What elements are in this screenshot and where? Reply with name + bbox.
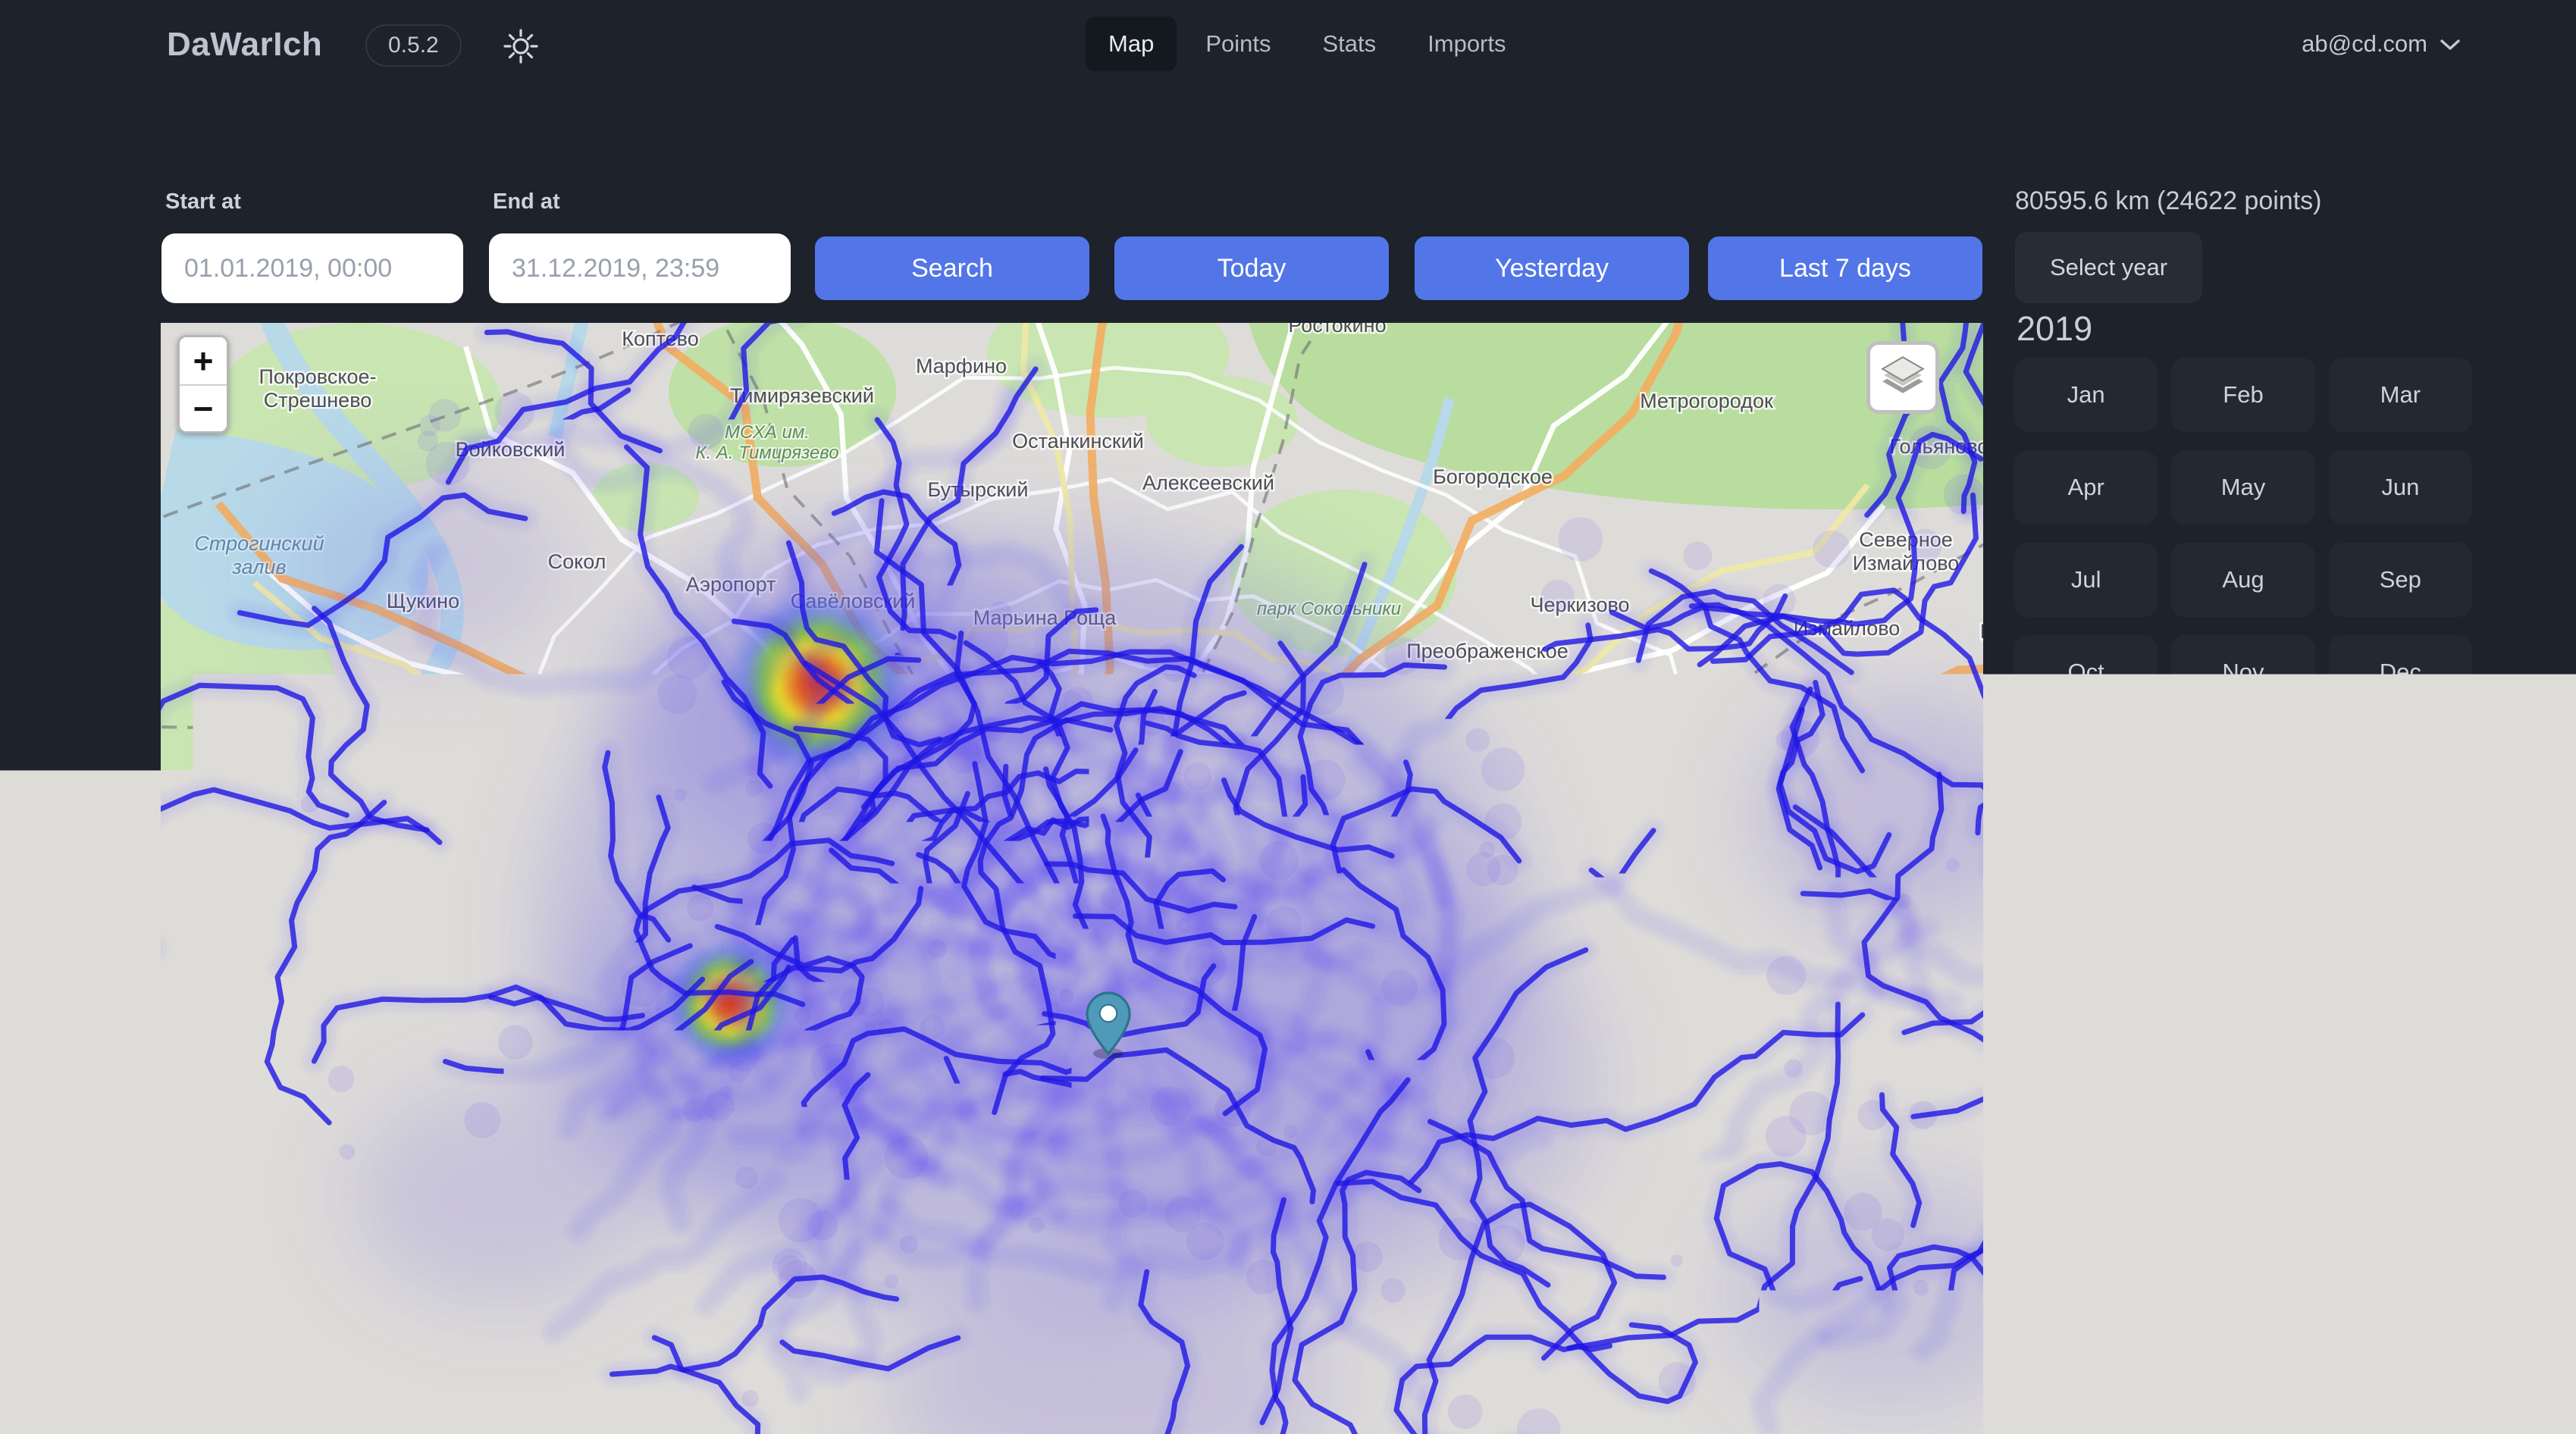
month-button-aug[interactable]: Aug xyxy=(2171,543,2314,617)
month-button-jun[interactable]: Jun xyxy=(2329,450,2472,524)
map-place-label: Кузьминки xyxy=(1705,1412,1804,1434)
chevron-down-icon xyxy=(2440,30,2461,58)
map-place-label: Алексеевский xyxy=(1142,471,1274,494)
year-heading: 2019 xyxy=(2017,309,2092,349)
map-place-label: Марфино xyxy=(916,355,1007,377)
map-place-label: Бутырский xyxy=(928,478,1029,501)
app-logo[interactable]: DaWarIch xyxy=(167,26,322,64)
map-place-label: Останкинский xyxy=(1012,430,1144,452)
leaflet-map[interactable]: Покровское-СтрешневоКоптевоТимирязевский… xyxy=(161,323,1983,1434)
end-at-label: End at xyxy=(493,189,560,214)
yesterday-button[interactable]: Yesterday xyxy=(1415,236,1689,300)
sidebar-divider xyxy=(2014,726,2439,728)
month-button-may[interactable]: May xyxy=(2171,450,2314,524)
map-place-label: Раменки xyxy=(519,1374,601,1397)
layers-control[interactable] xyxy=(1866,341,1939,414)
zoom-in-button[interactable]: + xyxy=(180,337,227,384)
distance-points-stat: 80595.6 km (24622 points) xyxy=(2015,186,2321,216)
select-year-button[interactable]: Select year xyxy=(2015,232,2202,303)
month-button-feb[interactable]: Feb xyxy=(2171,358,2314,432)
last-7-days-button[interactable]: Last 7 days xyxy=(1708,236,1982,300)
tab-imports[interactable]: Imports xyxy=(1405,17,1528,71)
map-canvas: Покровское-СтрешневоКоптевоТимирязевский… xyxy=(161,323,1983,1434)
tab-stats[interactable]: Stats xyxy=(1299,17,1399,71)
map-place-label: Хорошёво-Мнёвники xyxy=(404,753,508,800)
month-button-sep[interactable]: Sep xyxy=(2329,543,2472,617)
month-button-jan[interactable]: Jan xyxy=(2014,358,2158,432)
map-place-label: Покровское-Стрешнево xyxy=(259,365,377,412)
end-date-input[interactable] xyxy=(489,233,791,303)
map-place-label: айский xyxy=(174,1228,239,1251)
today-button[interactable]: Today xyxy=(1114,236,1389,300)
nav-tabs: Map Points Stats Imports xyxy=(1086,17,1529,71)
month-button-mar[interactable]: Mar xyxy=(2329,358,2472,432)
search-button[interactable]: Search xyxy=(815,236,1089,300)
month-button-nov[interactable]: Nov xyxy=(2171,635,2314,709)
app-window: DaWarIch 0.5.2 Map Points Stats Imports … xyxy=(0,0,2576,1434)
layers-icon xyxy=(1878,351,1928,405)
map-place-label: Богородское xyxy=(1433,465,1553,488)
account-email: ab@cd.com xyxy=(2302,30,2427,58)
month-button-apr[interactable]: Apr xyxy=(2014,450,2158,524)
version-badge: 0.5.2 xyxy=(365,24,462,67)
month-button-jul[interactable]: Jul xyxy=(2014,543,2158,617)
tab-points[interactable]: Points xyxy=(1183,17,1293,71)
zoom-control: + − xyxy=(177,335,229,434)
month-button-dec[interactable]: Dec xyxy=(2329,635,2472,709)
zoom-out-button[interactable]: − xyxy=(180,384,227,431)
map-place-label: Ростокино xyxy=(1288,323,1386,337)
start-date-input[interactable] xyxy=(161,233,463,303)
account-menu[interactable]: ab@cd.com xyxy=(2302,30,2461,58)
start-at-label: Start at xyxy=(165,189,241,214)
theme-toggle-sun-icon[interactable] xyxy=(502,27,540,65)
tab-map[interactable]: Map xyxy=(1086,17,1177,71)
month-button-oct[interactable]: Oct xyxy=(2014,635,2158,709)
map-place-label: Метрогородок xyxy=(1640,390,1773,412)
month-grid: Jan Feb Mar Apr May Jun Jul Aug Sep Oct … xyxy=(2014,358,2472,709)
